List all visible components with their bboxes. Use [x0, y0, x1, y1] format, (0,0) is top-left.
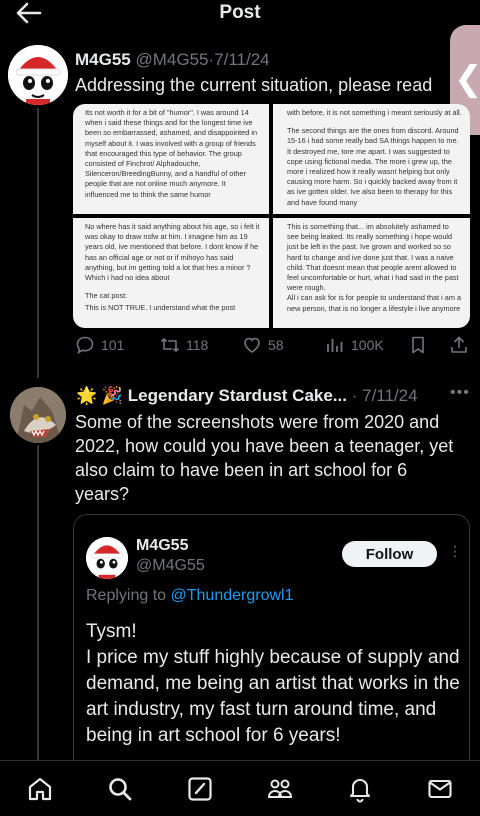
avatar[interactable] — [10, 387, 66, 443]
follow-button[interactable]: Follow — [342, 541, 437, 567]
reply-button[interactable]: 101 — [75, 335, 124, 355]
thread-connector — [37, 445, 39, 765]
repost-count: 118 — [186, 337, 209, 353]
screenshot-text: All i can ask for is for people to under… — [287, 293, 462, 313]
reply-icon — [76, 336, 94, 355]
avatar[interactable] — [8, 45, 68, 105]
nav-compose[interactable] — [186, 775, 214, 803]
avatar-image — [86, 537, 128, 579]
screenshot-image[interactable]: with before, it is not something i meant… — [273, 104, 470, 214]
author-line: M4G55 @M4G55·7/11/24 — [75, 50, 270, 70]
compose-icon — [188, 777, 212, 801]
screenshot-text: The second things are the ones from disc… — [287, 126, 459, 207]
post-date[interactable]: 7/11/24 — [362, 386, 417, 405]
author-line: 🌟 🎉 Legendary Stardust Cake... · 7/11/24 — [76, 386, 418, 406]
like-button[interactable]: 58 — [242, 335, 284, 355]
heart-icon — [244, 337, 260, 353]
envelope-icon — [428, 779, 452, 799]
mention-link[interactable]: @Thundergrowl1 — [171, 587, 294, 604]
screenshot-text: No where has it said anything about his … — [85, 222, 260, 283]
post-text: Some of the screenshots were from 2020 a… — [75, 412, 454, 504]
post-date[interactable]: 7/11/24 — [214, 50, 269, 69]
media-grid[interactable]: Its not worth it for a bit of "humor". I… — [73, 104, 470, 328]
vertical-dots-icon[interactable]: ⋮ — [448, 543, 462, 560]
page-title: Post — [219, 2, 261, 23]
action-bar: 101 118 58 100K — [75, 335, 475, 361]
search-icon — [109, 778, 132, 801]
bookmark-button[interactable] — [408, 335, 428, 355]
nav-search[interactable] — [106, 775, 134, 803]
bottom-navigation — [0, 760, 480, 816]
home-icon — [28, 777, 52, 801]
bookmark-icon — [412, 336, 424, 354]
screenshot-text: with before, it is not something i meant… — [287, 108, 462, 117]
name-emojis: 🌟 🎉 — [76, 386, 124, 405]
quoted-post-text: Tysm! I price my stuff highly because of… — [86, 621, 460, 746]
top-bar: Post — [0, 0, 480, 30]
screenshot-text: The cat post: — [85, 291, 128, 301]
views-button[interactable]: 100K — [325, 335, 384, 355]
post-text: Addressing the current situation, please… — [75, 75, 433, 95]
more-options-icon[interactable]: ••• — [450, 384, 470, 402]
repost-button[interactable]: 118 — [160, 335, 208, 355]
author-name[interactable]: Legendary Stardust Cake... — [128, 386, 347, 405]
share-button[interactable] — [449, 335, 469, 355]
author-name[interactable]: M4G55 — [75, 50, 131, 69]
repost-icon — [160, 338, 180, 352]
replying-to: Replying to @Thundergrowl1 — [86, 587, 293, 605]
communities-icon — [267, 779, 293, 798]
like-count: 58 — [268, 337, 284, 353]
screenshot-text: This is something that... im absolutely … — [287, 222, 459, 293]
nav-notifications[interactable] — [346, 775, 374, 803]
avatar[interactable] — [86, 537, 128, 579]
analytics-icon — [327, 339, 343, 352]
screenshot-image[interactable]: No where has it said anything about his … — [73, 218, 269, 328]
view-count: 100K — [351, 337, 384, 353]
screenshot-text: Its not worth it for a bit of "humor". I… — [85, 108, 257, 199]
avatar-image — [10, 387, 66, 443]
quoted-author-handle[interactable]: @M4G55 — [136, 557, 205, 575]
reply-count: 101 — [101, 337, 125, 353]
author-handle[interactable]: @M4G55 — [135, 50, 208, 69]
quoted-post-card[interactable]: M4G55 @M4G55 Follow ⋮ Replying to @Thund… — [73, 514, 470, 774]
screenshot-text: This is NOT TRUE. I understand what the … — [85, 303, 236, 313]
separator: · — [351, 386, 358, 405]
chevron-left-icon: ❮ — [454, 59, 480, 99]
screenshot-image[interactable]: Its not worth it for a bit of "humor". I… — [73, 104, 269, 214]
nav-communities[interactable] — [266, 775, 294, 803]
nav-messages[interactable] — [426, 775, 454, 803]
share-icon — [451, 336, 467, 353]
avatar-image — [8, 45, 68, 105]
quoted-author-name[interactable]: M4G55 — [136, 537, 188, 555]
bell-icon — [349, 778, 371, 803]
thread-connector — [37, 108, 39, 378]
nav-home[interactable] — [26, 775, 54, 803]
screenshot-image[interactable]: This is something that... im absolutely … — [273, 218, 470, 328]
replying-to-label: Replying to — [86, 587, 171, 604]
